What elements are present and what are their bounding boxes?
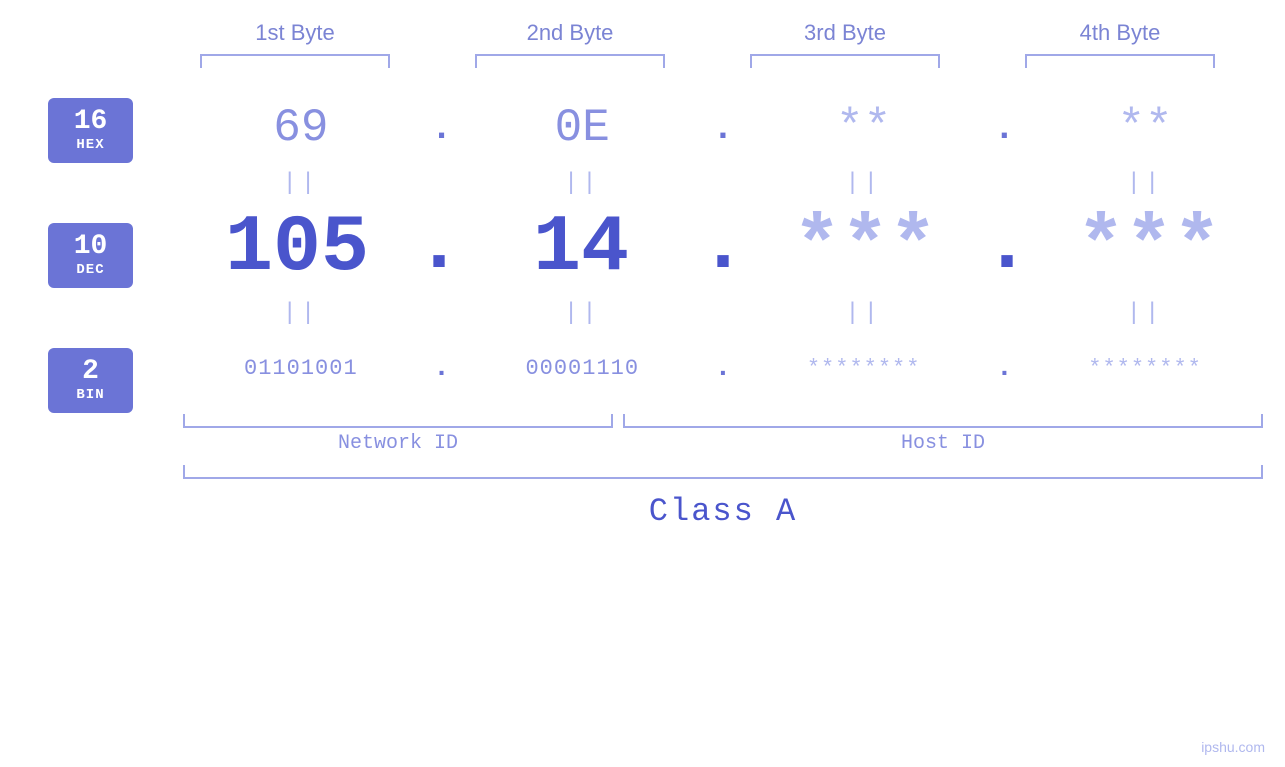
- bin-b2: 00001110: [525, 356, 639, 381]
- dec-b2-cell: 14: [471, 203, 691, 294]
- dec-number: 10: [74, 232, 108, 263]
- top-bracket-3: [750, 54, 940, 68]
- hex-badge: 16 HEX: [48, 98, 133, 163]
- hex-b1: 69: [273, 102, 328, 154]
- top-bracket-1: [200, 54, 390, 68]
- dec-b3: ***: [793, 203, 937, 294]
- top-bracket-2: [475, 54, 665, 68]
- byte3-header: 3rd Byte: [735, 20, 955, 46]
- sep1-b3: ||: [754, 170, 974, 197]
- sep2-b3: ||: [754, 300, 974, 327]
- host-id-label: Host ID: [623, 432, 1263, 455]
- values-grid: 69 . 0E . ** . ** || ||: [183, 88, 1265, 530]
- dec-badge: 10 DEC: [48, 223, 133, 288]
- bin-dot3: .: [989, 353, 1019, 384]
- bin-b3: ********: [807, 356, 921, 381]
- id-labels-row: Network ID Host ID: [183, 432, 1263, 455]
- full-bottom-bracket: [183, 465, 1263, 479]
- bin-b4: ********: [1088, 356, 1202, 381]
- byte4-header: 4th Byte: [1010, 20, 1230, 46]
- hex-b2-cell: 0E: [472, 102, 692, 154]
- dec-dot2: .: [699, 201, 747, 296]
- labels-column: 16 HEX 10 DEC 2 BIN: [0, 88, 133, 413]
- hex-value-row: 69 . 0E . ** . **: [183, 88, 1263, 168]
- byte2-header: 2nd Byte: [460, 20, 680, 46]
- bottom-bracket-network: [183, 414, 613, 428]
- content-area: 16 HEX 10 DEC 2 BIN 69 . 0E: [0, 88, 1285, 530]
- byte1-header: 1st Byte: [185, 20, 405, 46]
- hex-b4-cell: **: [1035, 102, 1255, 154]
- dec-b4: ***: [1077, 203, 1221, 294]
- hex-b2: 0E: [555, 102, 610, 154]
- dec-b4-cell: ***: [1039, 203, 1259, 294]
- dec-dot1: .: [415, 201, 463, 296]
- top-bracket-4: [1025, 54, 1215, 68]
- dec-b1: 105: [225, 203, 369, 294]
- bin-b1: 01101001: [244, 356, 358, 381]
- dec-value-row: 105 . 14 . *** . ***: [183, 198, 1263, 298]
- dec-dot3: .: [983, 201, 1031, 296]
- bin-number: 2: [82, 357, 99, 388]
- byte-headers: 1st Byte 2nd Byte 3rd Byte 4th Byte: [158, 20, 1258, 46]
- sep2-b1: ||: [191, 300, 411, 327]
- bracket-gap: [613, 414, 623, 428]
- hex-b4: **: [1117, 102, 1172, 154]
- sep-row-2: || || || ||: [183, 298, 1263, 328]
- sep2-b4: ||: [1035, 300, 1255, 327]
- top-bracket-row: [158, 54, 1258, 68]
- bin-b1-cell: 01101001: [191, 356, 411, 381]
- bin-label: BIN: [76, 388, 104, 403]
- class-label: Class A: [183, 493, 1263, 530]
- bin-b3-cell: ********: [754, 356, 974, 381]
- hex-number: 16: [74, 107, 108, 138]
- sep1-b4: ||: [1035, 170, 1255, 197]
- bin-dot2: .: [708, 353, 738, 384]
- hex-b3: **: [836, 102, 891, 154]
- network-id-label: Network ID: [183, 432, 613, 455]
- dec-b3-cell: ***: [755, 203, 975, 294]
- bottom-bracket-host: [623, 414, 1263, 428]
- bin-value-row: 01101001 . 00001110 . ******** . *******…: [183, 328, 1263, 408]
- hex-b3-cell: **: [754, 102, 974, 154]
- hex-b1-cell: 69: [191, 102, 411, 154]
- bin-b2-cell: 00001110: [472, 356, 692, 381]
- hex-dot1: .: [427, 108, 457, 149]
- sep1-b2: ||: [472, 170, 692, 197]
- dec-b2: 14: [533, 203, 629, 294]
- bin-dot1: .: [427, 353, 457, 384]
- hex-dot3: .: [989, 108, 1019, 149]
- bin-b4-cell: ********: [1035, 356, 1255, 381]
- sep1-b1: ||: [191, 170, 411, 197]
- bottom-bracket-container: [183, 414, 1263, 428]
- watermark: ipshu.com: [1201, 739, 1265, 755]
- sep2-b2: ||: [472, 300, 692, 327]
- dec-label: DEC: [76, 263, 104, 278]
- dec-b1-cell: 105: [187, 203, 407, 294]
- main-container: 1st Byte 2nd Byte 3rd Byte 4th Byte 16 H…: [0, 0, 1285, 767]
- hex-dot2: .: [708, 108, 738, 149]
- bin-badge: 2 BIN: [48, 348, 133, 413]
- sep-row-1: || || || ||: [183, 168, 1263, 198]
- hex-label: HEX: [76, 138, 104, 153]
